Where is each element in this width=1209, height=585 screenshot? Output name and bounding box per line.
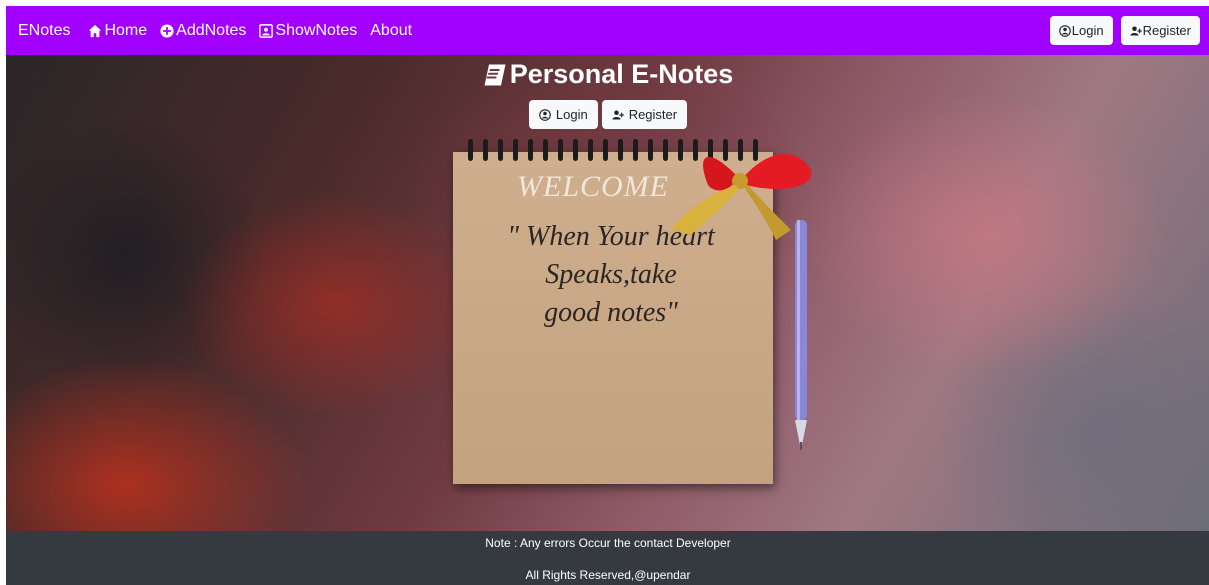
navbar-login-button[interactable]: Login <box>1049 16 1113 45</box>
navbar: ENotes Home AddNotes ShowNotes About Log… <box>6 6 1209 55</box>
navbar-register-label: Register <box>1142 23 1191 38</box>
nav-about[interactable]: About <box>370 22 412 40</box>
footer: Note : Any errors Occur the contact Deve… <box>6 531 1209 585</box>
hero-login-button[interactable]: Login <box>528 100 598 129</box>
book-icon <box>484 64 506 85</box>
nav-home[interactable]: Home <box>88 22 147 40</box>
navbar-register-button[interactable]: Register <box>1120 16 1200 45</box>
hero-register-label: Register <box>628 107 678 122</box>
pen-icon <box>795 220 807 450</box>
user-plus-icon <box>612 110 624 119</box>
quote-line: Speaks,take <box>545 259 677 290</box>
navbar-auth-group: Login Register <box>1049 16 1200 45</box>
plus-circle-icon <box>160 23 174 38</box>
user-circle-icon <box>539 108 551 121</box>
hero-section: Personal E-Notes Login Register WELCOME … <box>6 55 1209 531</box>
hero-title-text: Personal E-Notes <box>509 59 734 89</box>
notes-icon <box>259 23 274 38</box>
nav-shownotes-label: ShowNotes <box>275 21 358 39</box>
nav-addnotes-label: AddNotes <box>176 21 247 39</box>
navbar-login-label: Login <box>1071 23 1104 38</box>
nav-home-label: Home <box>104 21 148 39</box>
nav-shownotes[interactable]: ShowNotes <box>259 22 357 40</box>
hero-register-button[interactable]: Register <box>601 100 688 129</box>
quote-line: good notes" <box>544 297 678 328</box>
nav-addnotes[interactable]: AddNotes <box>160 22 246 40</box>
hero-title: Personal E-Notes <box>6 59 1209 90</box>
brand-link[interactable]: ENotes <box>18 22 70 40</box>
home-icon <box>89 24 102 37</box>
nav-about-label: About <box>370 21 413 39</box>
footer-rights: All Rights Reserved,@upendar <box>525 568 691 582</box>
user-circle-icon <box>1058 24 1071 37</box>
hero-login-label: Login <box>555 107 588 122</box>
user-plus-icon <box>1129 26 1142 35</box>
hero-auth-group: Login Register <box>6 100 1209 129</box>
page-frame: ENotes Home AddNotes ShowNotes About Log… <box>6 6 1209 585</box>
footer-note: Note : Any errors Occur the contact Deve… <box>485 536 731 550</box>
